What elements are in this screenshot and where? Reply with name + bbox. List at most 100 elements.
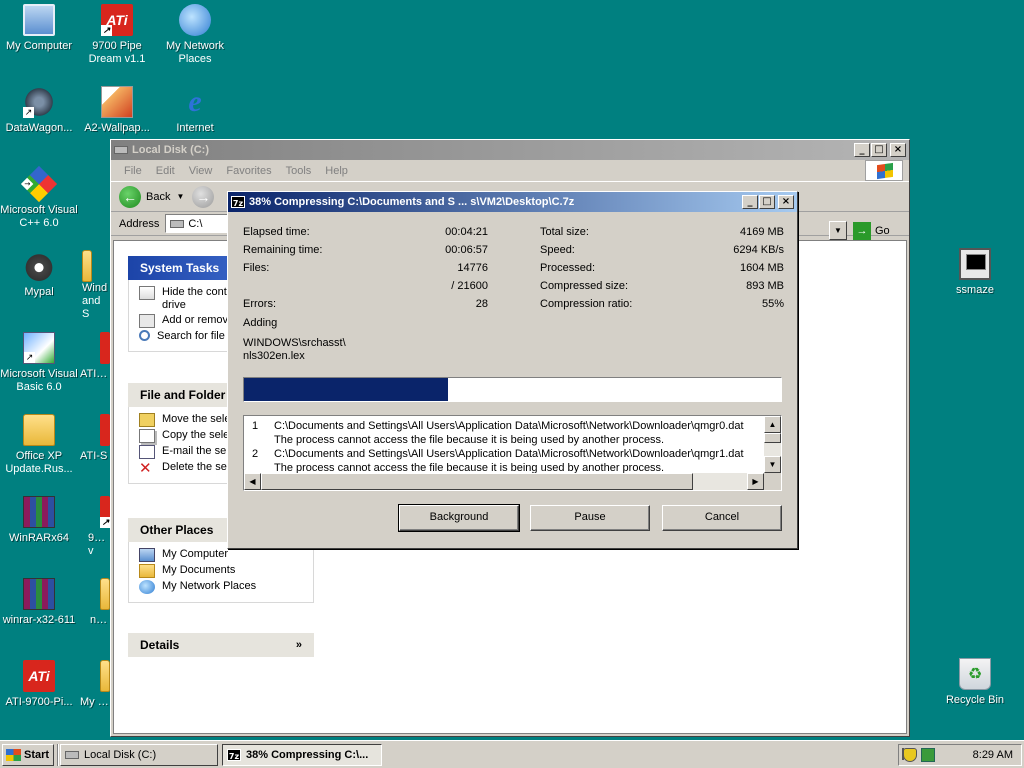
- forward-arrow-icon[interactable]: →: [192, 185, 215, 208]
- progress-bar: [243, 377, 782, 402]
- documents-folder-icon: [139, 564, 155, 578]
- desktop-icon-winrar-x32[interactable]: winrar-x32-611: [0, 578, 78, 627]
- place-my-network-places[interactable]: My Network Places: [139, 580, 313, 594]
- datawagon-icon: [23, 86, 55, 118]
- compressed-size-label: Compressed size:: [540, 280, 629, 292]
- error-list[interactable]: 1 C:\Documents and Settings\All Users\Ap…: [243, 415, 782, 491]
- desktop-icon-visual-cpp[interactable]: Microsoft Visual C++ 6.0: [0, 165, 78, 230]
- speed-label: Speed:: [540, 244, 575, 256]
- address-value: C:\: [188, 217, 203, 230]
- 7zip-icon: 7z: [227, 749, 241, 761]
- place-my-documents[interactable]: My Documents: [139, 564, 313, 578]
- error-row[interactable]: 2 C:\Documents and Settings\All Users\Ap…: [244, 447, 764, 461]
- menu-tools[interactable]: Tools: [279, 165, 319, 177]
- menu-favorites[interactable]: Favorites: [219, 165, 278, 177]
- error-row[interactable]: 1 C:\Documents and Settings\All Users\Ap…: [244, 419, 764, 433]
- desktop-icon-partial-9800[interactable]: 9800 v: [88, 496, 111, 558]
- recycle-bin-icon: ♻: [959, 658, 991, 690]
- cancel-button[interactable]: Cancel: [662, 505, 782, 531]
- maximize-button[interactable]: □: [871, 143, 887, 157]
- search-icon: [139, 330, 150, 341]
- minimize-button[interactable]: _: [742, 195, 758, 209]
- desktop-icon-mypal[interactable]: Mypal: [0, 250, 78, 299]
- details-header[interactable]: Details »: [128, 633, 314, 657]
- desktop-icon-datawagon[interactable]: DataWagon...: [0, 86, 78, 135]
- network-status-icon[interactable]: [921, 748, 935, 762]
- desktop-icon-visual-basic[interactable]: Microsoft Visual Basic 6.0: [0, 332, 78, 394]
- background-button[interactable]: Background: [398, 504, 520, 532]
- dialog-title: 38% Compressing C:\Documents and S ... s…: [249, 196, 575, 208]
- vertical-scrollbar[interactable]: ▲ ▼: [764, 416, 781, 473]
- ati-icon: [100, 332, 110, 364]
- explorer-title: Local Disk (C:): [132, 144, 210, 156]
- desktop-icon-my-computer[interactable]: My Computer: [0, 4, 78, 53]
- folder-icon: [100, 578, 110, 610]
- shield-icon[interactable]: [903, 748, 917, 762]
- desktop-icon-partial-nsyn[interactable]: nsyn: [90, 578, 110, 627]
- desktop-icon-9700-pipe-dream[interactable]: ATi 9700 Pipe Dream v1.1: [78, 4, 156, 66]
- chevron-down-icon[interactable]: ▼: [176, 192, 184, 201]
- menu-edit[interactable]: Edit: [149, 165, 182, 177]
- pause-button[interactable]: Pause: [530, 505, 650, 531]
- back-button-label[interactable]: Back: [146, 191, 170, 203]
- desktop-icon-partial-windows[interactable]: Wind and S: [82, 250, 110, 321]
- menu-file[interactable]: File: [117, 165, 149, 177]
- compression-ratio-value: 55%: [761, 298, 784, 310]
- ati-icon: ATi: [23, 660, 55, 692]
- desktop-icon-internet-explorer[interactable]: e Internet: [156, 86, 234, 135]
- scroll-right-arrow-icon[interactable]: ▶: [747, 473, 764, 490]
- taskbar-button-compressing[interactable]: 7z 38% Compressing C:\...: [222, 744, 382, 766]
- place-my-computer[interactable]: My Computer: [139, 548, 313, 562]
- email-icon: [139, 445, 155, 459]
- drive-icon: [65, 751, 79, 759]
- taskbar-button-local-disk[interactable]: Local Disk (C:): [60, 744, 218, 766]
- horizontal-scroll-thumb[interactable]: [261, 473, 693, 490]
- menu-view[interactable]: View: [182, 165, 220, 177]
- ati-icon: [100, 496, 111, 528]
- horizontal-scrollbar[interactable]: ◀ ▶: [244, 473, 764, 490]
- desktop-icon-ati-9700-pipe[interactable]: ATi ATI-9700-Pi...: [0, 660, 78, 709]
- explorer-titlebar[interactable]: Local Disk (C:) _ □ ×: [111, 140, 909, 160]
- scroll-up-arrow-icon[interactable]: ▲: [764, 416, 781, 433]
- go-arrow-icon: →: [853, 222, 871, 240]
- computer-icon: [139, 548, 155, 562]
- visual-basic-icon: [23, 332, 55, 364]
- desktop-icon-office-xp-update[interactable]: Office XP Update.Rus...: [0, 414, 78, 476]
- delete-x-icon: ✕: [139, 459, 152, 477]
- screensaver-monitor-icon: [959, 248, 991, 280]
- desktop-icon-recycle-bin[interactable]: ♻ Recycle Bin: [936, 658, 1014, 707]
- remaining-time-label: Remaining time:: [243, 244, 323, 256]
- desktop-icon-a2-wallpaper[interactable]: A2-Wallpap...: [78, 86, 156, 135]
- address-input[interactable]: C:\: [165, 214, 230, 233]
- maximize-button[interactable]: □: [759, 195, 775, 209]
- desktop-icon-winrar-x64[interactable]: WinRARx64: [0, 496, 78, 545]
- progress-bar-fill: [244, 378, 449, 401]
- errors-value: 28: [475, 298, 488, 310]
- start-button[interactable]: Start: [2, 744, 54, 766]
- winrar-icon: [23, 496, 55, 528]
- desktop-icon-my-network-places[interactable]: My Network Places: [156, 4, 234, 66]
- go-button[interactable]: → Go: [853, 222, 890, 240]
- scroll-left-arrow-icon[interactable]: ◀: [244, 473, 261, 490]
- chevron-down-icon[interactable]: »: [296, 639, 302, 651]
- desktop-icon-ssmaze[interactable]: ssmaze: [936, 248, 1014, 297]
- desktop-icon-partial-ati-s[interactable]: ATI-S: [80, 414, 110, 463]
- back-arrow-icon[interactable]: ←: [119, 185, 141, 208]
- close-button[interactable]: ×: [890, 143, 906, 157]
- close-button[interactable]: ×: [778, 195, 794, 209]
- elapsed-time-label: Elapsed time:: [243, 226, 310, 238]
- desktop-icon-partial-ati-98[interactable]: ATI-98: [80, 332, 110, 381]
- internet-explorer-icon: e: [188, 85, 202, 118]
- error-row-message: The process cannot access the file becau…: [274, 434, 665, 446]
- ati-icon: ATi: [101, 4, 133, 36]
- clock[interactable]: 8:29 AM: [973, 749, 1013, 761]
- desktop-icon-partial-my-documents[interactable]: My Do: [80, 660, 110, 709]
- scroll-down-arrow-icon[interactable]: ▼: [764, 456, 781, 473]
- minimize-button[interactable]: _: [854, 143, 870, 157]
- 7zip-icon: 7z: [231, 196, 245, 208]
- vertical-scroll-thumb[interactable]: [764, 433, 781, 443]
- menu-help[interactable]: Help: [318, 165, 355, 177]
- dialog-titlebar[interactable]: 7z 38% Compressing C:\Documents and S ..…: [228, 192, 797, 212]
- address-dropdown-button[interactable]: ▼: [829, 221, 847, 240]
- network-icon: [139, 580, 155, 594]
